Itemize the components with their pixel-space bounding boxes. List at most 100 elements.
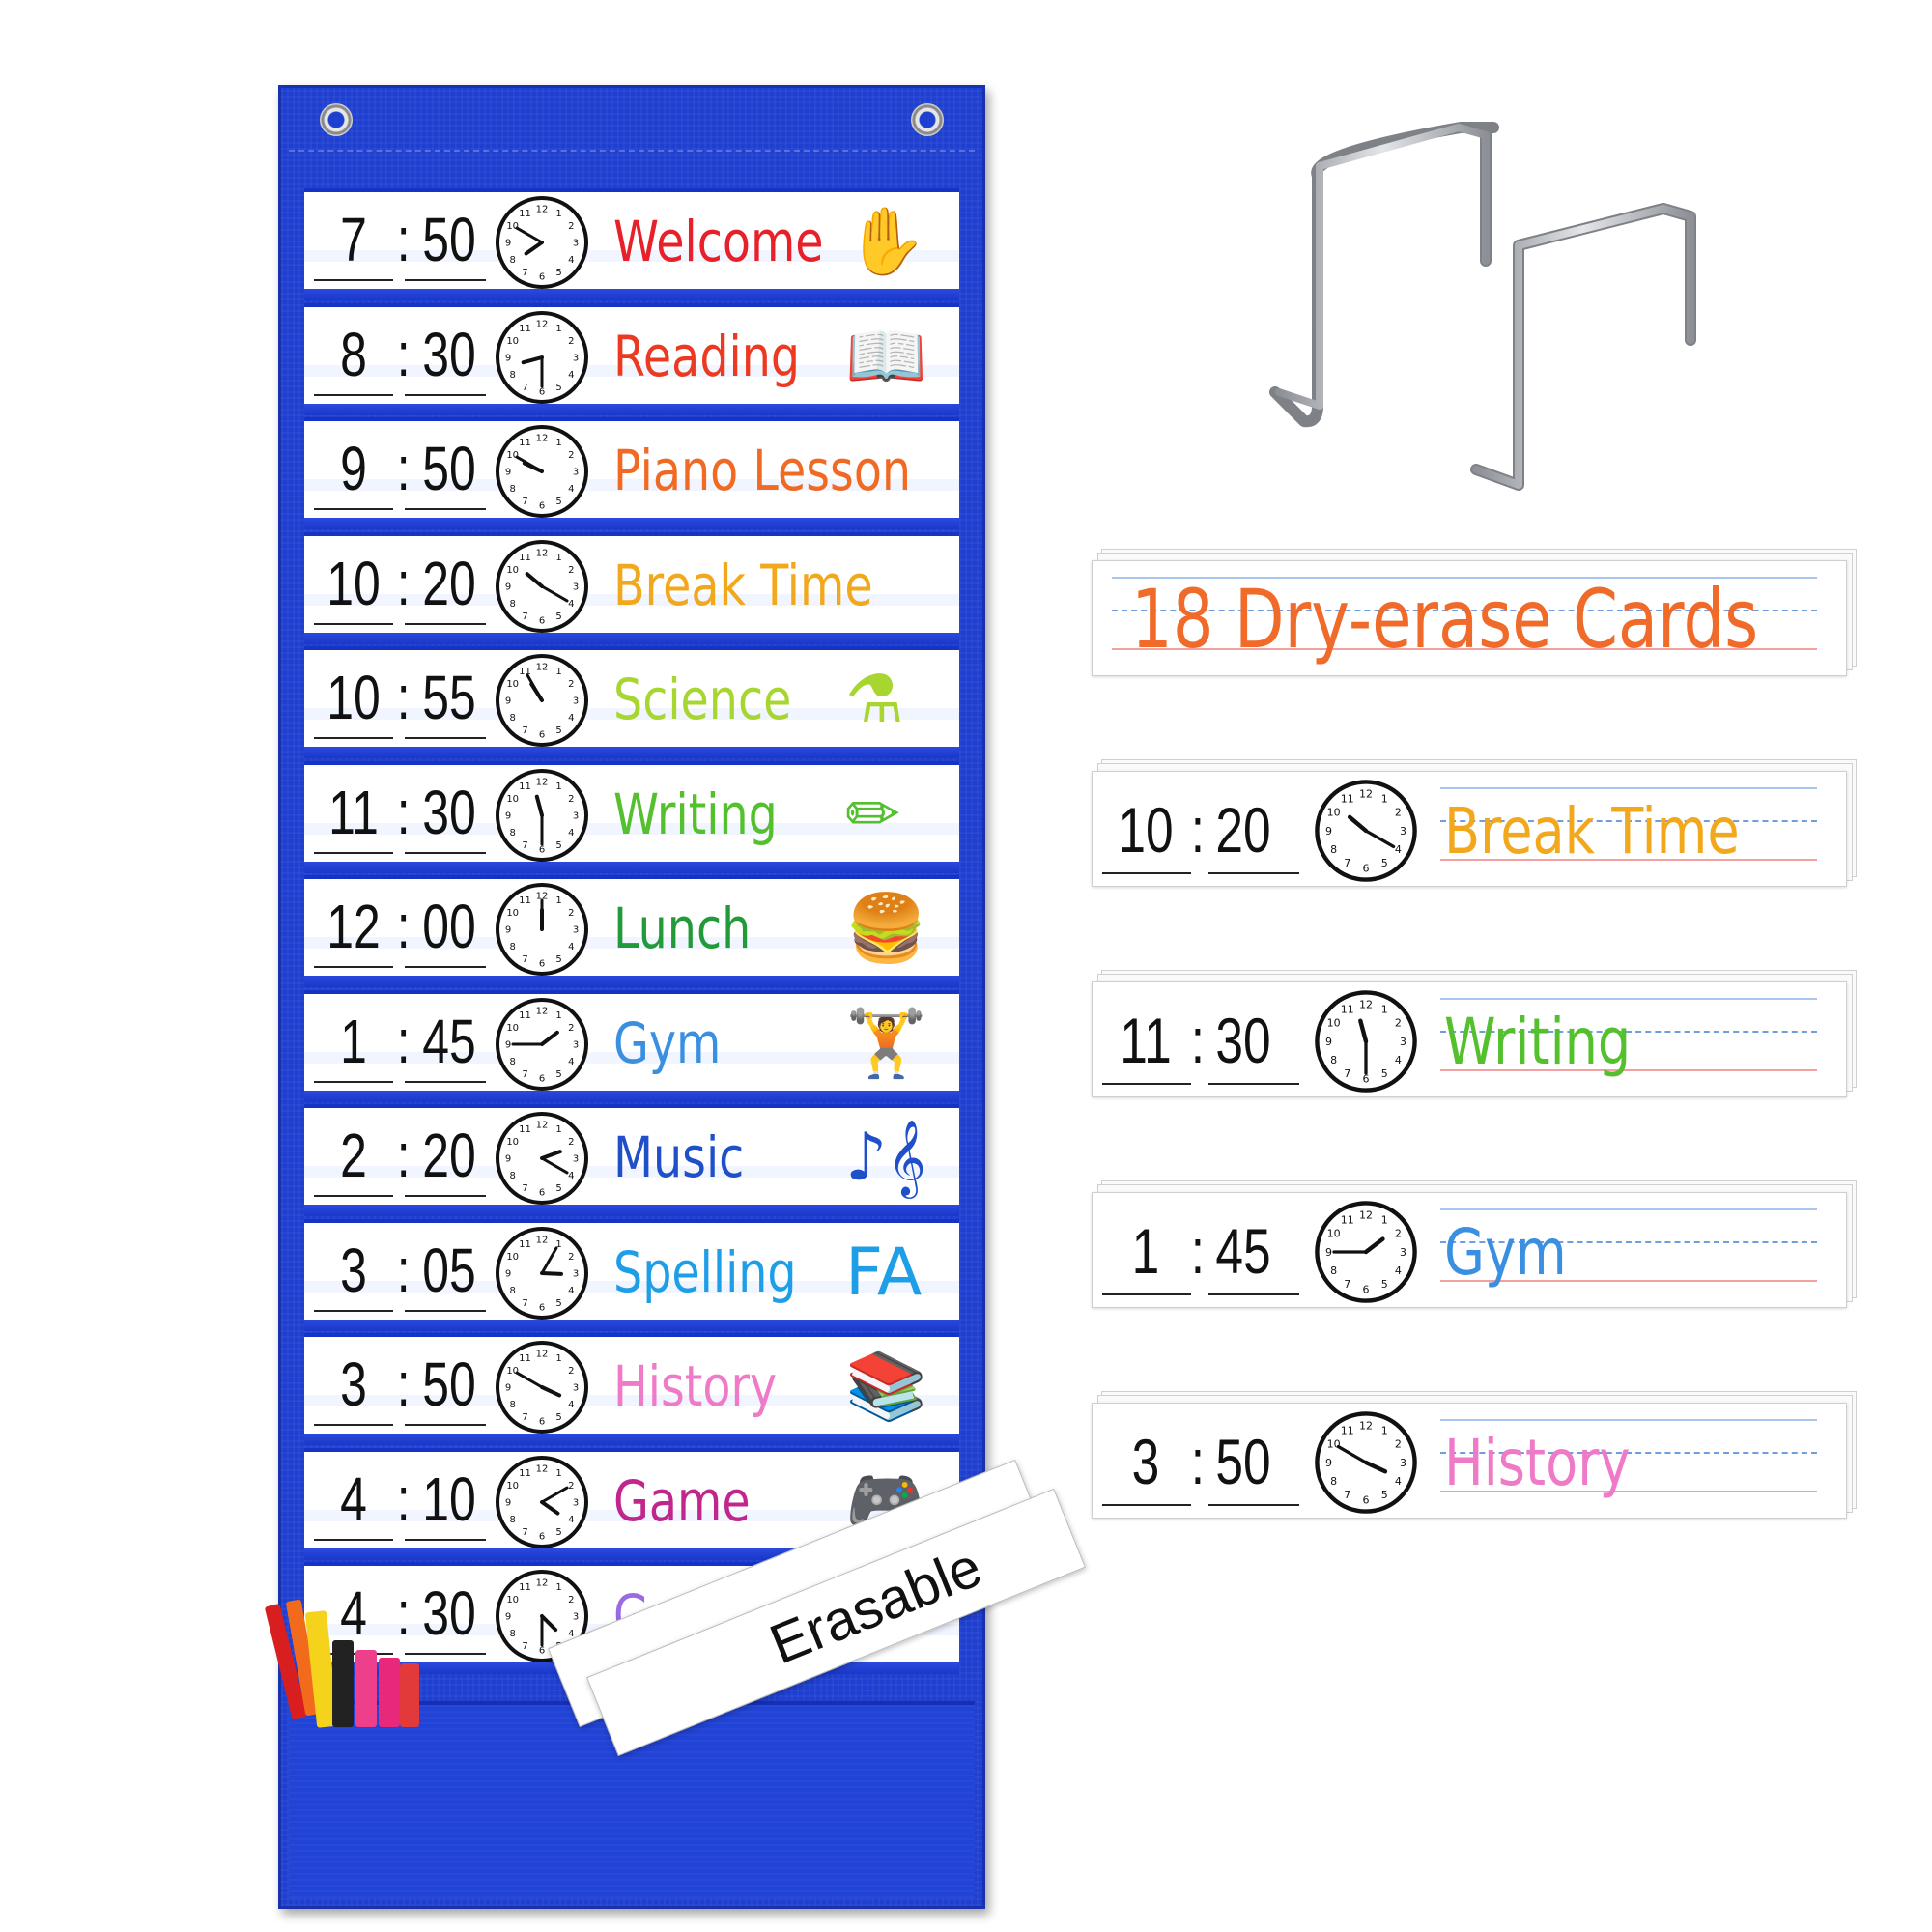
hour-underline [1102, 1504, 1191, 1506]
svg-text:2: 2 [568, 794, 574, 805]
svg-text:11: 11 [1341, 1214, 1354, 1227]
activity-label: History [1444, 1426, 1631, 1500]
hour-value: 10 [327, 548, 381, 618]
svg-text:5: 5 [555, 1297, 561, 1308]
svg-text:11: 11 [519, 209, 531, 219]
clock-face-wrapper: 123456789101112 [494, 423, 590, 520]
svg-text:9: 9 [1325, 825, 1332, 838]
activity-label: Gym [1444, 1215, 1567, 1290]
time-colon: : [1190, 1215, 1206, 1287]
svg-text:1: 1 [555, 1124, 561, 1135]
svg-text:12: 12 [536, 319, 549, 329]
svg-text:3: 3 [1400, 1246, 1406, 1259]
svg-text:11: 11 [519, 324, 531, 334]
svg-text:10: 10 [506, 794, 519, 805]
minute-value: 50 [422, 1350, 476, 1419]
svg-text:3: 3 [573, 1383, 579, 1394]
svg-text:12: 12 [536, 1463, 549, 1474]
svg-text:3: 3 [573, 1268, 579, 1279]
svg-text:10: 10 [506, 1481, 519, 1492]
svg-text:10: 10 [506, 565, 519, 576]
minute-value: 05 [422, 1235, 476, 1305]
clock-face-wrapper: 123456789101112 [494, 767, 590, 864]
svg-text:8: 8 [1330, 1475, 1337, 1488]
svg-text:2: 2 [1395, 1228, 1402, 1240]
svg-text:3: 3 [573, 1039, 579, 1050]
svg-text:5: 5 [555, 1412, 561, 1423]
svg-text:10: 10 [506, 1366, 519, 1377]
clock-face-wrapper: 123456789101112 [494, 194, 590, 291]
svg-text:6: 6 [1363, 1493, 1370, 1506]
hour-value: 2 [340, 1121, 367, 1190]
svg-text:3: 3 [573, 468, 579, 478]
minute-underline [405, 1195, 486, 1197]
svg-text:6: 6 [539, 1417, 545, 1428]
minute-value: 50 [422, 205, 476, 274]
schedule-card: 3:05 1 2 3 4 5 6 7 8 9 10 11 12 Spelling FA [304, 1218, 959, 1331]
minute-value: 45 [422, 1006, 476, 1076]
svg-text:11: 11 [519, 1010, 531, 1021]
svg-text:3: 3 [573, 810, 579, 821]
svg-text:9: 9 [505, 1154, 511, 1165]
clock-face-wrapper: 123456789101112 [494, 1454, 590, 1550]
svg-text:9: 9 [505, 1268, 511, 1279]
svg-text:4: 4 [1395, 1475, 1402, 1488]
svg-text:7: 7 [1344, 857, 1350, 869]
svg-text:1: 1 [555, 1010, 561, 1021]
time-colon: : [396, 319, 411, 389]
svg-text:9: 9 [505, 239, 511, 249]
svg-text:2: 2 [568, 1252, 574, 1263]
time-colon: : [396, 777, 411, 847]
svg-text:5: 5 [555, 611, 561, 621]
door-hooks-icon [1269, 122, 1696, 491]
svg-text:5: 5 [555, 382, 561, 392]
time-colon: : [1190, 1426, 1206, 1497]
activity-label: Spelling [613, 1238, 797, 1305]
title-card-face: 18 Dry-erase Cards [1092, 560, 1847, 676]
minute-underline [405, 1653, 486, 1655]
svg-text:11: 11 [519, 1468, 531, 1479]
svg-text:5: 5 [555, 268, 561, 278]
svg-text:1: 1 [1381, 1425, 1388, 1437]
clock-icon: 123456789101112 [496, 1226, 588, 1320]
minute-value: 30 [422, 1578, 476, 1648]
svg-text:2: 2 [568, 1481, 574, 1492]
svg-text:6: 6 [1363, 1283, 1370, 1295]
svg-text:9: 9 [505, 1612, 511, 1623]
svg-text:8: 8 [510, 599, 516, 610]
minute-underline [405, 279, 486, 281]
time-colon: : [396, 1463, 411, 1534]
hour-value: 3 [1131, 1426, 1160, 1497]
sample-card-face: 10:20 1 2 3 4 5 6 7 8 9 10 11 12 Break Time [1092, 771, 1847, 887]
svg-text:6: 6 [539, 959, 545, 970]
svg-text:7: 7 [522, 497, 527, 507]
svg-text:6: 6 [539, 730, 545, 741]
svg-text:12: 12 [1359, 1419, 1373, 1432]
time-colon: : [396, 892, 411, 961]
activity-label: Reading [613, 323, 801, 389]
svg-text:2: 2 [568, 679, 574, 690]
svg-text:1: 1 [555, 553, 561, 563]
svg-text:12: 12 [1359, 787, 1373, 800]
clock-face-wrapper: 123456789101112 [494, 652, 590, 749]
time-colon: : [396, 205, 411, 274]
clock-icon: 123456789101112 [496, 768, 588, 862]
hook-front [1470, 203, 1696, 491]
svg-text:9: 9 [505, 468, 511, 478]
minute-value: 20 [1215, 794, 1271, 866]
svg-text:1: 1 [555, 895, 561, 906]
hour-underline [314, 393, 393, 396]
clock-face-wrapper: 123456789101112 [494, 309, 590, 406]
svg-text:8: 8 [510, 255, 516, 266]
svg-text:6: 6 [539, 1073, 545, 1084]
clock-icon: 123456789101112 [496, 310, 588, 404]
hand-icon: ✋ [845, 204, 927, 280]
activity-label: Science [613, 667, 792, 732]
svg-text:2: 2 [568, 221, 574, 232]
svg-text:4: 4 [568, 713, 574, 724]
svg-text:5: 5 [555, 725, 561, 736]
hour-value: 4 [340, 1463, 367, 1534]
minute-value: 30 [1215, 1005, 1271, 1076]
svg-text:6: 6 [539, 386, 545, 397]
svg-text:10: 10 [506, 450, 519, 461]
